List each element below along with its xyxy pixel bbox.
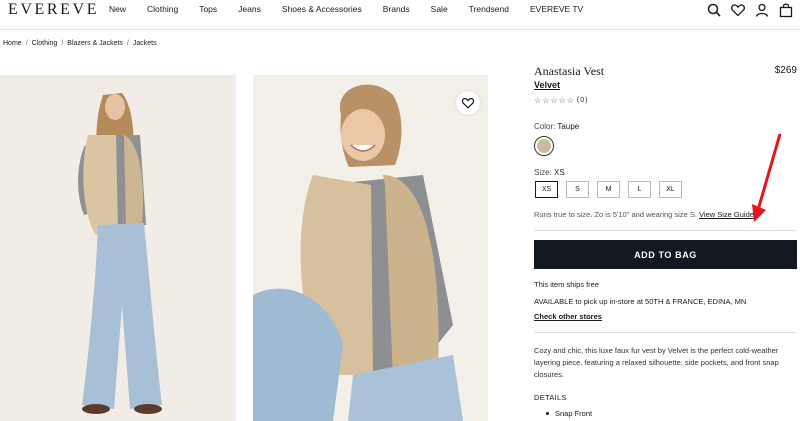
nav-item-brands[interactable]: Brands <box>383 4 410 14</box>
breadcrumb: Home / Clothing / Blazers & Jackets / Ja… <box>3 40 157 47</box>
size-option-l[interactable]: L <box>628 181 651 198</box>
nav-item-trendsend[interactable]: Trendsend <box>469 4 509 14</box>
product-price: $269 <box>774 65 797 76</box>
size-label: Size: XS <box>534 168 565 177</box>
nav-item-new[interactable]: New <box>109 4 126 14</box>
account-icon[interactable] <box>754 2 770 18</box>
product-title: Anastasia Vest <box>534 64 605 78</box>
details-item-text: Snap Front <box>555 409 593 418</box>
search-icon[interactable] <box>706 2 722 18</box>
breadcrumb-jackets[interactable]: Jackets <box>133 40 157 47</box>
rating[interactable]: ☆☆☆☆☆ (0) <box>534 96 588 105</box>
breadcrumb-separator: / <box>61 40 64 47</box>
main-nav: New Clothing Tops Jeans Shoes & Accessor… <box>109 4 604 14</box>
wishlist-button[interactable] <box>456 91 480 115</box>
bag-icon[interactable] <box>778 2 794 18</box>
check-other-stores-link[interactable]: Check other stores <box>534 312 602 321</box>
shipping-info: This item ships free <box>534 280 600 289</box>
size-option-s[interactable]: S <box>566 181 589 198</box>
size-option-m[interactable]: M <box>597 181 620 198</box>
fit-note: Runs true to size. Zo is 5'10" and weari… <box>534 210 754 219</box>
brand-link[interactable]: Velvet <box>534 80 560 90</box>
size-option-xl[interactable]: XL <box>659 181 682 198</box>
size-label-text: Size: <box>534 168 552 177</box>
nav-item-tops[interactable]: Tops <box>199 4 217 14</box>
size-value: XS <box>554 168 565 177</box>
product-image-1[interactable] <box>0 75 236 421</box>
divider <box>534 230 797 231</box>
add-to-bag-button[interactable]: ADD TO BAG <box>534 240 797 269</box>
site-logo[interactable]: EVEREVE <box>8 1 99 19</box>
nav-item-evereve-tv[interactable]: EVEREVE TV <box>530 4 583 14</box>
site-header: EVEREVE New Clothing Tops Jeans Shoes & … <box>0 0 800 30</box>
nav-item-shoes-accessories[interactable]: Shoes & Accessories <box>282 4 362 14</box>
breadcrumb-blazers-jackets[interactable]: Blazers & Jackets <box>67 40 123 47</box>
size-selector: XS S M L XL <box>535 181 682 198</box>
breadcrumb-separator: / <box>25 40 28 47</box>
divider <box>534 332 797 333</box>
color-swatch-taupe[interactable] <box>534 136 554 156</box>
swatch-fill <box>537 139 551 153</box>
nav-item-clothing[interactable]: Clothing <box>147 4 178 14</box>
color-label-text: Color: <box>534 122 556 131</box>
pickup-info: AVAILABLE to pick up in-store at 50TH & … <box>534 297 747 306</box>
heart-icon <box>461 96 475 110</box>
product-description: Cozy and chic, this luxe faux fur vest b… <box>534 346 779 379</box>
details-heading: DETAILS <box>534 393 567 402</box>
color-value: Taupe <box>557 122 580 131</box>
nav-item-sale[interactable]: Sale <box>431 4 448 14</box>
size-guide-link[interactable]: View Size Guide <box>699 210 754 219</box>
star-rating-icons: ☆☆☆☆☆ <box>534 96 575 105</box>
review-count: (0) <box>576 97 589 104</box>
color-label: Color: Taupe <box>534 122 579 131</box>
nav-item-jeans[interactable]: Jeans <box>238 4 261 14</box>
product-image-2[interactable] <box>253 75 488 421</box>
header-icons <box>706 2 794 18</box>
breadcrumb-home[interactable]: Home <box>3 40 22 47</box>
breadcrumb-separator: / <box>126 40 129 47</box>
breadcrumb-clothing[interactable]: Clothing <box>32 40 58 47</box>
fit-note-text: Runs true to size. Zo is 5'10" and weari… <box>534 210 697 219</box>
size-option-xs[interactable]: XS <box>535 181 558 198</box>
bullet-dot <box>546 412 549 415</box>
details-list-item: Snap Front <box>546 409 592 418</box>
heart-icon[interactable] <box>730 2 746 18</box>
